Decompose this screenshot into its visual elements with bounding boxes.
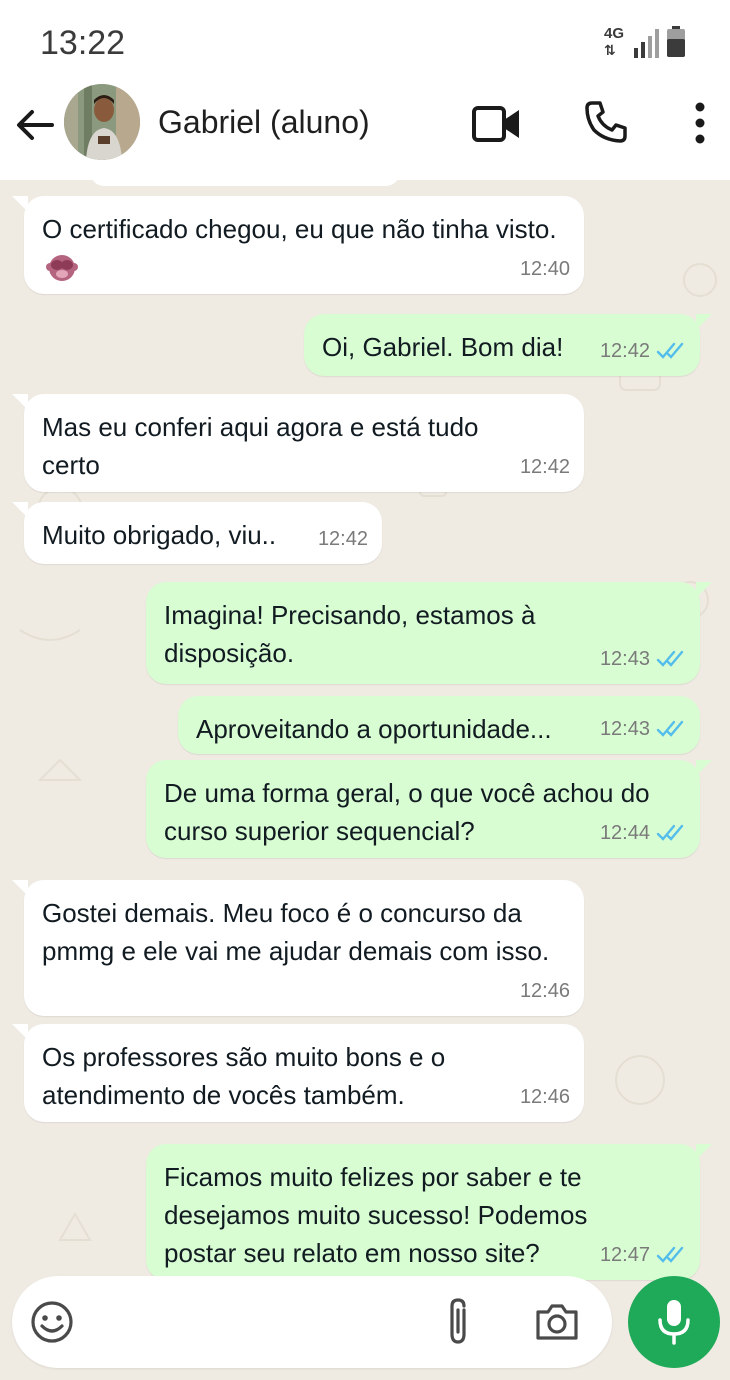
message-time: 12:42 (519, 456, 570, 478)
message-meta: 12:47 (600, 1236, 686, 1274)
message-meta: 12:46 (520, 1078, 570, 1116)
message-incoming[interactable]: Mas eu conferi aqui agora e está tudo ce… (12, 394, 584, 492)
read-ticks-icon (656, 650, 684, 667)
chat-header: Gabriel (aluno) (0, 84, 730, 180)
read-ticks-icon (656, 342, 684, 359)
back-arrow-icon[interactable] (12, 102, 58, 148)
message-bubble-partial (90, 180, 400, 186)
message-input[interactable] (88, 1302, 428, 1342)
bubble-tail (696, 582, 712, 598)
phone-call-icon[interactable] (584, 100, 628, 144)
message-incoming[interactable]: Os professores são muito bons e o atendi… (12, 1024, 584, 1122)
see-no-evil-monkey-emoji (46, 255, 78, 281)
message-outgoing[interactable]: Ficamos muito felizes por saber e te des… (146, 1144, 712, 1280)
message-time: 12:42 (317, 528, 368, 550)
bubble-tail (12, 196, 28, 212)
bubble-tail (12, 394, 28, 410)
status-time: 13:22 (40, 24, 126, 62)
message-time: 12:44 (599, 822, 650, 844)
signal-icon (634, 29, 659, 58)
message-meta: 12:42 (520, 448, 570, 486)
bubble-tail (12, 1024, 28, 1040)
message-time: 12:43 (599, 718, 650, 740)
message-text: Ficamos muito felizes por saber e te des… (164, 1162, 588, 1268)
read-ticks-icon (656, 720, 684, 737)
message-text: Os professores são muito bons e o atendi… (42, 1042, 446, 1110)
bubble-tail (12, 880, 28, 896)
status-bar: 13:22 4G ⇅ (0, 0, 730, 84)
mic-icon (658, 1300, 690, 1345)
mic-button[interactable] (628, 1276, 720, 1368)
read-ticks-icon (656, 824, 684, 841)
message-outgoing[interactable]: Imagina! Precisando, estamos à disposiçã… (146, 582, 712, 684)
avatar[interactable] (64, 84, 140, 160)
message-text: De uma forma geral, o que você achou do … (164, 778, 650, 846)
message-meta: 12:42 (600, 332, 686, 370)
network-label: 4G (604, 25, 625, 42)
message-incoming[interactable]: O certificado chegou, eu que não tinha v… (12, 196, 584, 294)
message-time: 12:42 (599, 340, 650, 362)
message-outgoing[interactable]: De uma forma geral, o que você achou do … (146, 760, 712, 858)
message-time: 12:46 (519, 1086, 570, 1108)
video-call-icon[interactable] (472, 104, 522, 144)
message-meta: 12:46 (520, 972, 570, 1010)
message-incoming[interactable]: Muito obrigado, viu.. 12:42 (12, 502, 382, 564)
message-text: Gostei demais. Meu foco é o concurso da … (42, 898, 550, 966)
bubble-tail (12, 502, 28, 518)
message-outgoing[interactable]: Aproveitando a oportunidade... 12:43 (178, 696, 700, 754)
message-time: 12:47 (599, 1244, 650, 1266)
message-input-bar[interactable] (12, 1276, 612, 1368)
message-meta: 12:43 (600, 710, 686, 748)
read-ticks-icon (656, 1246, 684, 1263)
status-icons: 4G ⇅ (604, 26, 694, 60)
contact-name[interactable]: Gabriel (aluno) (158, 104, 370, 141)
message-meta: 12:43 (600, 640, 686, 678)
message-outgoing[interactable]: Oi, Gabriel. Bom dia! 12:42 (304, 314, 712, 376)
camera-icon[interactable] (534, 1302, 580, 1342)
message-text: Muito obrigado, viu.. (42, 520, 277, 550)
battery-icon (667, 26, 685, 57)
message-incoming[interactable]: Gostei demais. Meu foco é o concurso da … (12, 880, 584, 1016)
message-meta: 12:40 (520, 250, 570, 288)
bubble-tail (696, 1144, 712, 1160)
message-text: O certificado chegou, eu que não tinha v… (42, 214, 557, 244)
message-time: 12:46 (519, 980, 570, 1002)
message-time: 12:40 (519, 258, 570, 280)
message-text: Imagina! Precisando, estamos à disposiçã… (164, 600, 536, 668)
bubble-tail (696, 314, 712, 330)
emoji-icon[interactable] (30, 1300, 74, 1344)
message-time: 12:43 (599, 648, 650, 670)
chat-area[interactable]: O certificado chegou, eu que não tinha v… (0, 180, 730, 1380)
bubble-tail (696, 760, 712, 776)
message-meta: 12:44 (600, 814, 686, 852)
network-4g-icon: 4G ⇅ (604, 25, 625, 59)
message-meta: 12:42 (318, 520, 368, 558)
more-options-icon[interactable] (692, 102, 708, 144)
message-text: Mas eu conferi aqui agora e está tudo ce… (42, 412, 479, 480)
attach-icon[interactable] (440, 1296, 476, 1348)
